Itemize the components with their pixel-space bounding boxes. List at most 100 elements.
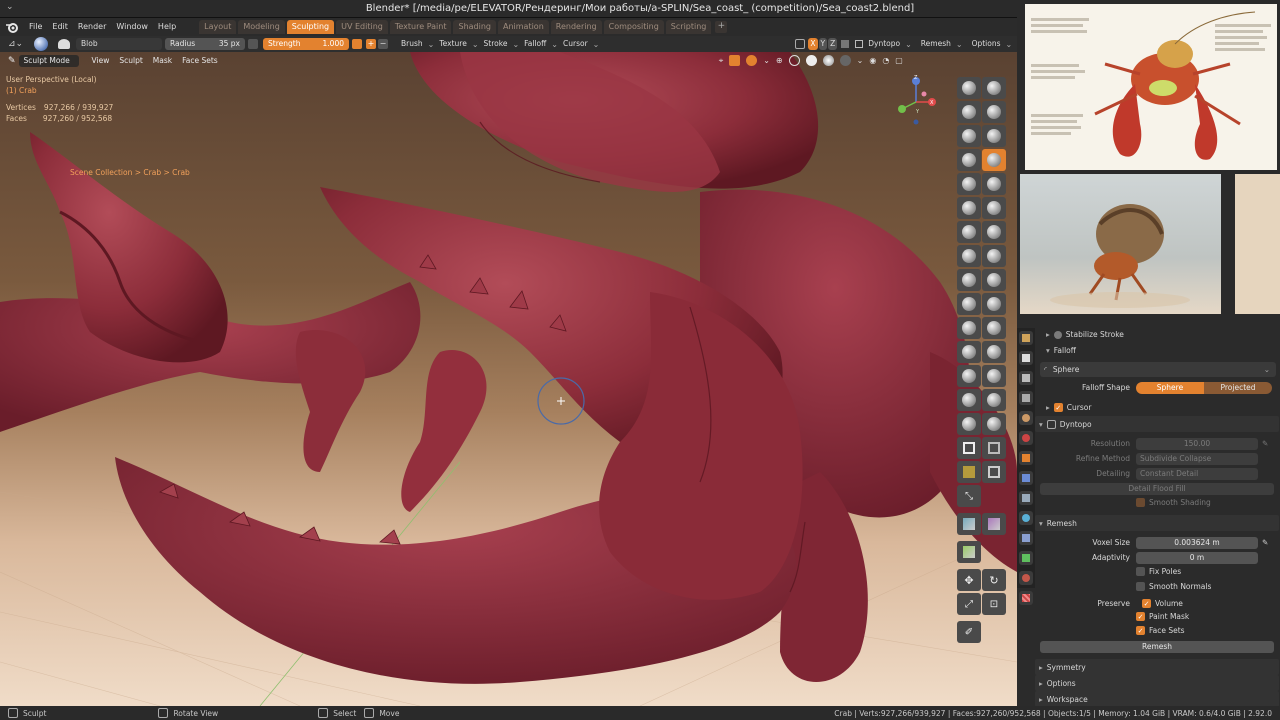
constraints-properties-tab[interactable] bbox=[1019, 531, 1033, 545]
cursor-subpanel[interactable]: ▸ ✓ Cursor bbox=[1046, 400, 1280, 415]
smooth-normals-checkbox[interactable] bbox=[1136, 582, 1145, 591]
symmetry-y-toggle[interactable]: Y bbox=[818, 38, 828, 50]
brush-name-field[interactable]: Blob bbox=[76, 38, 162, 50]
options-menu[interactable]: Options bbox=[967, 38, 1006, 50]
radius-pressure-icon[interactable] bbox=[248, 39, 258, 49]
snake-hook-brush-tool[interactable] bbox=[982, 269, 1006, 291]
xray-icon[interactable]: ▢ bbox=[895, 56, 903, 65]
particles-properties-tab[interactable] bbox=[1019, 491, 1033, 505]
preserve-paint-mask-checkbox[interactable]: ✓ bbox=[1136, 612, 1145, 621]
tab-rendering[interactable]: Rendering bbox=[550, 20, 602, 34]
remesh-panel-header[interactable]: ▾ Remesh bbox=[1035, 515, 1279, 531]
draw-face-sets-brush-tool[interactable] bbox=[982, 389, 1006, 411]
sculpt-menu[interactable]: Sculpt bbox=[114, 55, 147, 67]
scale-tool[interactable]: ⤢ bbox=[957, 593, 981, 615]
solid-shading-icon[interactable] bbox=[805, 55, 817, 66]
symmetry-panel-header[interactable]: ▸ Symmetry bbox=[1035, 659, 1279, 675]
rotate-tool[interactable]: ↻ bbox=[982, 569, 1006, 591]
clay-thumb-brush-tool[interactable] bbox=[957, 125, 981, 147]
menu-window[interactable]: Window bbox=[111, 18, 153, 36]
wireframe-shading-icon[interactable] bbox=[788, 55, 800, 66]
view-layer-properties-tab[interactable] bbox=[1019, 391, 1033, 405]
preserve-face-sets-checkbox[interactable]: ✓ bbox=[1136, 626, 1145, 635]
falloff-shape-sphere-option[interactable]: Sphere bbox=[1136, 381, 1204, 394]
options-icon[interactable]: ⌄ bbox=[763, 56, 770, 65]
detail-flood-fill-button[interactable]: Detail Flood Fill bbox=[1040, 482, 1274, 495]
move-tool[interactable]: ✥ bbox=[957, 569, 981, 591]
crease-brush-tool[interactable] bbox=[957, 173, 981, 195]
mask-menu[interactable]: Mask bbox=[148, 55, 177, 67]
texture-properties-tab[interactable] bbox=[1019, 591, 1033, 605]
dyntopo-enable-checkbox[interactable] bbox=[1046, 419, 1056, 429]
multiplane-scrape-brush-tool[interactable] bbox=[982, 221, 1006, 243]
paint-brush-tool[interactable] bbox=[957, 437, 981, 459]
nudge-brush-tool[interactable] bbox=[957, 317, 981, 339]
mask-brush-tool[interactable] bbox=[957, 389, 981, 411]
eyedropper-icon[interactable]: ✎ bbox=[1262, 538, 1268, 547]
output-properties-tab[interactable] bbox=[1019, 371, 1033, 385]
box-face-set-tool[interactable] bbox=[957, 461, 981, 483]
eyedropper-icon[interactable]: ✎ bbox=[1262, 439, 1268, 448]
navigation-gizmo[interactable]: Z X Y bbox=[890, 72, 944, 132]
editor-type-icon[interactable]: ⊿⌄ bbox=[8, 39, 24, 49]
tab-scripting[interactable]: Scripting bbox=[665, 20, 712, 34]
tab-compositing[interactable]: Compositing bbox=[603, 20, 664, 34]
view-menu[interactable]: View bbox=[87, 55, 115, 67]
menu-help[interactable]: Help bbox=[153, 18, 181, 36]
world-properties-tab[interactable] bbox=[1019, 431, 1033, 445]
annotate-tool[interactable]: ✐ bbox=[957, 621, 981, 643]
dyntopo-menu[interactable]: Dyntopo bbox=[863, 38, 905, 50]
tab-animation[interactable]: Animation bbox=[497, 20, 549, 34]
box-trim-tool[interactable] bbox=[982, 461, 1006, 483]
render-properties-tab[interactable] bbox=[1019, 351, 1033, 365]
inflate-brush-tool[interactable] bbox=[957, 149, 981, 171]
mode-selector[interactable]: Sculpt Mode bbox=[18, 54, 79, 67]
symmetry-lock-icon[interactable] bbox=[841, 40, 850, 48]
physics-properties-tab[interactable] bbox=[1019, 511, 1033, 525]
options-panel-header[interactable]: ▸ Options bbox=[1035, 675, 1279, 691]
window-menu-chevron-icon[interactable]: ⌄ bbox=[6, 2, 14, 12]
tool-properties-tab[interactable] bbox=[1019, 331, 1033, 345]
tab-layout[interactable]: Layout bbox=[199, 20, 237, 34]
strength-pressure-icon[interactable] bbox=[352, 39, 362, 49]
clay-strips-brush-tool[interactable] bbox=[982, 101, 1006, 123]
grab-brush-tool[interactable] bbox=[982, 245, 1006, 267]
snap-icon[interactable] bbox=[729, 55, 741, 66]
object-properties-tab[interactable] bbox=[1019, 451, 1033, 465]
stabilize-stroke-checkbox[interactable] bbox=[1053, 330, 1062, 339]
menu-edit[interactable]: Edit bbox=[47, 18, 73, 36]
detailing-dropdown[interactable]: Constant Detail bbox=[1136, 467, 1258, 480]
smooth-shading-checkbox[interactable] bbox=[1136, 498, 1145, 507]
cursor-checkbox[interactable]: ✓ bbox=[1053, 403, 1063, 412]
direction-subtract-button[interactable]: − bbox=[378, 39, 388, 49]
add-workspace-button[interactable]: + bbox=[715, 21, 728, 33]
falloff-shape-projected-option[interactable]: Projected bbox=[1204, 381, 1272, 394]
multires-displacement-eraser-tool[interactable] bbox=[957, 413, 981, 435]
remesh-button[interactable]: Remesh bbox=[1040, 640, 1274, 653]
cloth-filter-tool[interactable] bbox=[982, 513, 1006, 535]
visibility-eye-icon[interactable]: ◉ bbox=[869, 56, 876, 65]
scene-properties-tab[interactable] bbox=[1019, 411, 1033, 425]
layer-brush-tool[interactable] bbox=[982, 125, 1006, 147]
box-hide-tool[interactable] bbox=[982, 437, 1006, 459]
stroke-menu[interactable]: Stroke bbox=[479, 38, 513, 50]
texture-menu[interactable]: Texture bbox=[434, 38, 471, 50]
brush-preview-icon[interactable] bbox=[34, 37, 48, 51]
cloth-brush-tool[interactable] bbox=[957, 365, 981, 387]
dyntopo-checkbox[interactable] bbox=[855, 40, 864, 48]
overlays-icon[interactable]: ◔ bbox=[882, 56, 889, 65]
transform-tool[interactable]: ⊡ bbox=[982, 593, 1006, 615]
thumb-brush-tool[interactable] bbox=[957, 293, 981, 315]
tab-sculpting[interactable]: Sculpting bbox=[286, 20, 335, 34]
blender-logo-icon[interactable] bbox=[4, 20, 20, 34]
slide-relax-brush-tool[interactable] bbox=[957, 341, 981, 363]
preserve-volume-checkbox[interactable]: ✓ bbox=[1142, 599, 1151, 608]
voxel-size-field[interactable]: 0.003624 m bbox=[1136, 536, 1258, 549]
menu-render[interactable]: Render bbox=[73, 18, 111, 36]
mesh-filter-tool[interactable] bbox=[957, 513, 981, 535]
material-shading-icon[interactable] bbox=[822, 55, 834, 66]
remesh-menu[interactable]: Remesh bbox=[916, 38, 956, 50]
shading-options-chevron-icon[interactable]: ⌄ bbox=[857, 56, 864, 65]
rendered-shading-icon[interactable] bbox=[839, 55, 851, 66]
gizmo-icon[interactable]: ⊕ bbox=[776, 56, 783, 65]
